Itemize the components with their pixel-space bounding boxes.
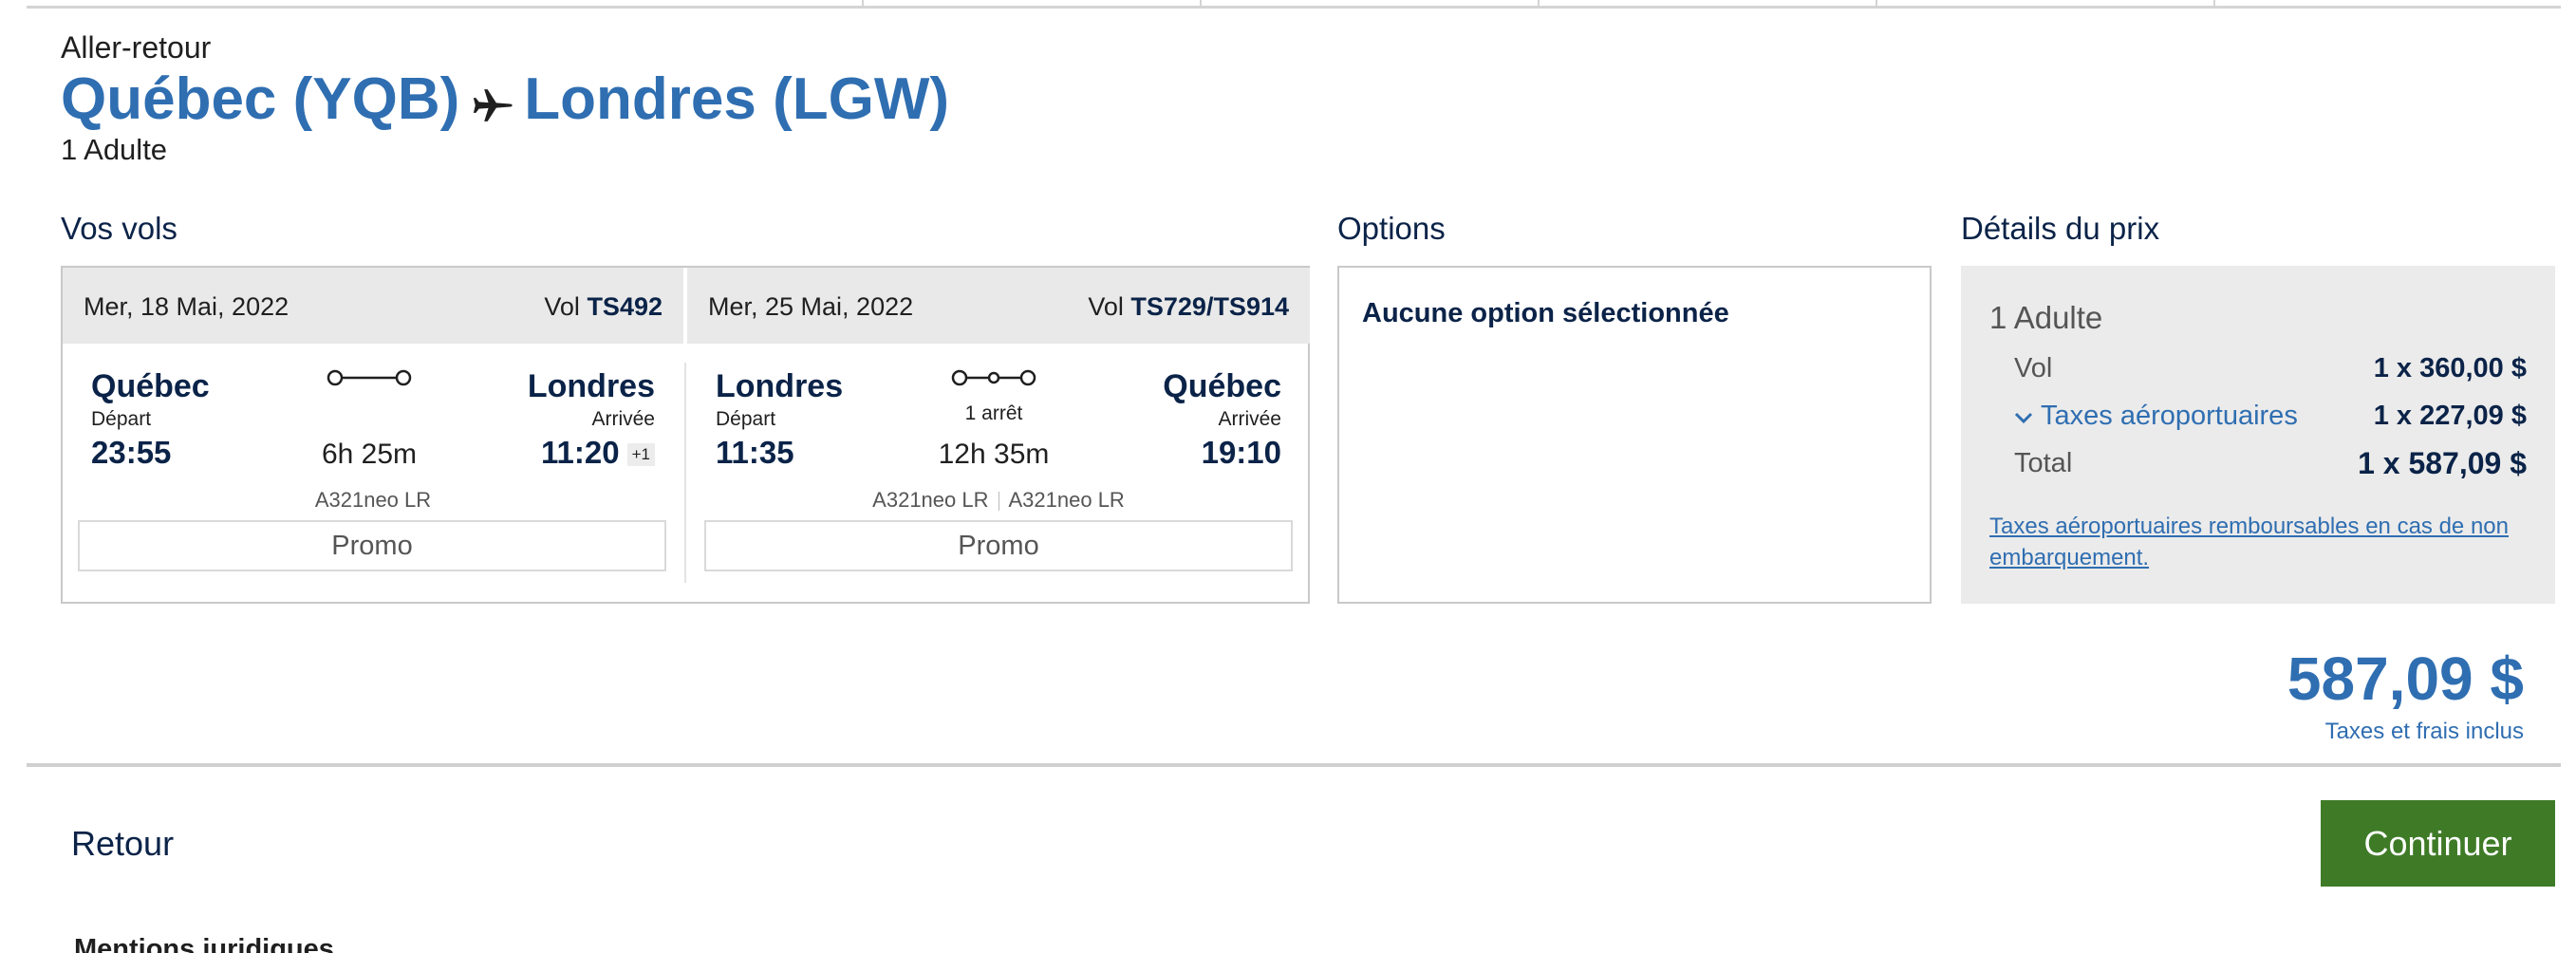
flight-number-value: TS492 xyxy=(587,292,663,321)
tab-separator xyxy=(1200,0,1202,7)
price-details-panel: 1 Adulte Vol 1 x 360,00 $ Taxes aéroport… xyxy=(1961,266,2555,604)
route-title: Québec (YQB) Londres (LGW) xyxy=(61,63,949,135)
tab-separator xyxy=(1876,0,1877,7)
outbound-arrival-time: 11:20 +1 xyxy=(541,435,655,471)
inbound-aircraft: A321neo LR A321neo LR xyxy=(687,488,1310,513)
price-row-taxes[interactable]: Taxes aéroportuaires 1 x 227,09 $ xyxy=(2014,401,2527,432)
inbound-departure-label: Départ xyxy=(716,408,776,430)
inbound-duration: 12h 35m xyxy=(938,439,1050,470)
destination-city: Londres (LGW) xyxy=(524,65,950,132)
inbound-flight-number: Vol TS729/TS914 xyxy=(1088,292,1289,322)
flights-panel: Mer, 18 Mai, 2022 Vol TS492 Québec Dépar… xyxy=(61,266,1310,604)
price-section-title: Détails du prix xyxy=(1961,211,2160,246)
options-section-title: Options xyxy=(1337,211,1446,246)
arrival-time-value: 11:20 xyxy=(541,435,620,470)
price-passenger-type: 1 Adulte xyxy=(1989,300,2103,335)
grand-total-note: Taxes et frais inclus xyxy=(2324,719,2524,744)
price-row-total: Total 1 x 587,09 $ xyxy=(2014,446,2527,480)
outbound-departure-city: Québec xyxy=(91,368,210,404)
inbound-date: Mer, 25 Mai, 2022 xyxy=(708,292,914,321)
inbound-stops: 1 arrêt xyxy=(964,402,1023,424)
inbound-flight-header: Mer, 25 Mai, 2022 Vol TS729/TS914 xyxy=(687,268,1310,344)
inbound-departure-city: Londres xyxy=(716,368,844,404)
outbound-fare-promo[interactable]: Promo xyxy=(78,520,666,571)
inbound-flight-card: Mer, 25 Mai, 2022 Vol TS729/TS914 Londre… xyxy=(687,268,1310,602)
flight-number-value: TS729/TS914 xyxy=(1130,292,1289,321)
trip-type: Aller-retour xyxy=(61,30,212,65)
outbound-arrival-city: Londres xyxy=(527,368,655,404)
aircraft-leg-1: A321neo LR xyxy=(872,488,989,512)
outbound-flight-card: Mer, 18 Mai, 2022 Vol TS492 Québec Dépar… xyxy=(63,268,683,602)
aircraft-leg-2: A321neo LR xyxy=(1008,488,1125,512)
options-panel: Aucune option sélectionnée xyxy=(1337,266,1932,604)
nonstop-route-icon xyxy=(327,366,412,394)
passenger-count: 1 Adulte xyxy=(61,133,168,166)
outbound-departure-time: 23:55 xyxy=(91,435,172,470)
flight-number-label: Vol xyxy=(544,292,580,321)
price-row-value: 1 x 227,09 $ xyxy=(2373,401,2527,431)
outbound-flight-number: Vol TS492 xyxy=(544,292,663,322)
price-row-label: Total xyxy=(2014,448,2073,478)
airplane-icon xyxy=(471,84,514,127)
price-row-value: 1 x 587,09 $ xyxy=(2358,446,2527,480)
price-row-value: 1 x 360,00 $ xyxy=(2373,353,2527,383)
price-row-label: Vol xyxy=(2014,353,2053,383)
one-stop-route-icon xyxy=(951,366,1036,394)
outbound-arrival-label: Arrivée xyxy=(591,408,655,430)
legal-mentions-heading: Mentions juridiques xyxy=(74,934,334,953)
inbound-departure-time: 11:35 xyxy=(716,435,794,470)
refundable-taxes-link[interactable]: Taxes aéroportuaires remboursables en ca… xyxy=(1989,511,2527,573)
inbound-arrival-city: Québec xyxy=(1163,368,1281,404)
no-option-text: Aucune option sélectionnée xyxy=(1362,298,1729,328)
price-row-label: Taxes aéroportuaires xyxy=(2041,401,2298,431)
chevron-down-icon xyxy=(2014,401,2033,432)
flight-divider xyxy=(684,363,686,583)
outbound-aircraft: A321neo LR xyxy=(314,488,432,512)
outbound-duration: 6h 25m xyxy=(321,439,418,470)
flight-number-label: Vol xyxy=(1088,292,1124,321)
tab-separator xyxy=(1538,0,1540,7)
flights-section-title: Vos vols xyxy=(61,211,177,246)
outbound-departure-label: Départ xyxy=(91,408,152,430)
taxes-toggle[interactable]: Taxes aéroportuaires xyxy=(2014,401,2298,431)
outbound-flight-header: Mer, 18 Mai, 2022 Vol TS492 xyxy=(63,268,683,344)
inbound-arrival-time: 19:10 xyxy=(1201,435,1281,470)
origin-city: Québec (YQB) xyxy=(61,65,460,132)
inbound-fare-promo[interactable]: Promo xyxy=(704,520,1293,571)
top-tab-strip xyxy=(27,0,2561,9)
back-button[interactable]: Retour xyxy=(71,824,174,864)
inbound-arrival-label: Arrivée xyxy=(1218,408,1281,430)
day-offset-badge: +1 xyxy=(626,443,655,467)
tab-separator xyxy=(2213,0,2215,7)
tab-separator xyxy=(862,0,864,7)
footer-divider xyxy=(27,763,2561,767)
grand-total-amount: 587,09 $ xyxy=(2287,645,2524,713)
price-row-flight: Vol 1 x 360,00 $ xyxy=(2014,353,2527,384)
outbound-date: Mer, 18 Mai, 2022 xyxy=(84,292,289,321)
continue-button[interactable]: Continuer xyxy=(2321,800,2555,887)
